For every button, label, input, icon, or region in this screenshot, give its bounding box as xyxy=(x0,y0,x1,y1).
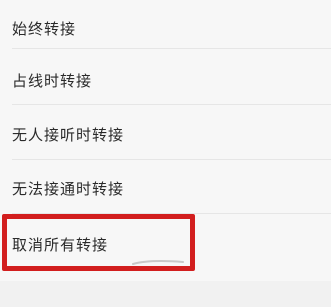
menu-item-label: 无人接听时转接 xyxy=(12,125,125,144)
menu-item-label: 始终转接 xyxy=(12,19,77,38)
bottom-area xyxy=(0,281,331,307)
divider xyxy=(12,104,331,105)
menu-item-forward-when-busy[interactable]: 占线时转接 xyxy=(0,52,331,108)
pen-stroke-mark xyxy=(132,259,184,265)
menu-item-label: 占线时转接 xyxy=(12,71,93,90)
divider xyxy=(12,48,331,49)
menu-item-label: 无法接通时转接 xyxy=(12,179,125,198)
menu-item-forward-when-unreachable[interactable]: 无法接通时转接 xyxy=(0,160,331,216)
call-forwarding-settings-screen: 始终转接 占线时转接 无人接听时转接 无法接通时转接 取消所有转接 xyxy=(0,0,331,307)
menu-item-forward-when-unanswered[interactable]: 无人接听时转接 xyxy=(0,106,331,162)
